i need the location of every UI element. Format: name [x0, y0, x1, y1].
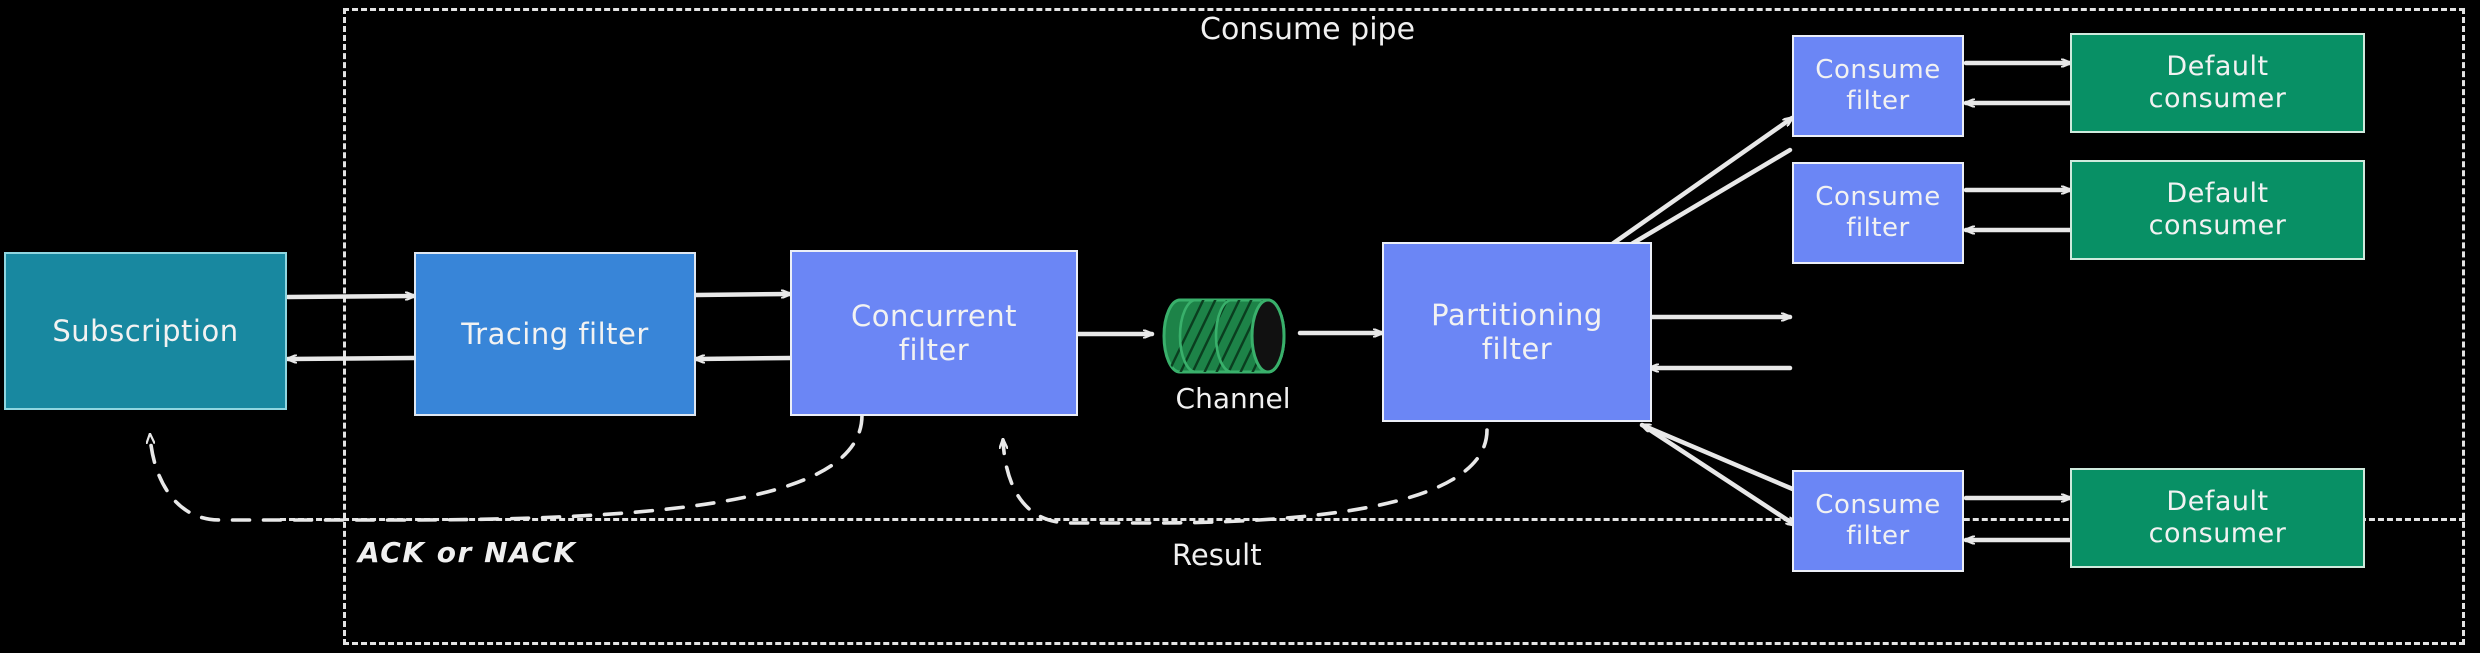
node-default-consumer-2-label: Default consumer [2148, 178, 2287, 241]
node-default-consumer-2[interactable]: Default consumer [2070, 160, 2365, 260]
node-concurrent-filter-label: Concurrent filter [851, 298, 1017, 367]
diagram-canvas: Subscription Tracing filter Concurrent f… [0, 0, 2480, 653]
node-default-consumer-3-label: Default consumer [2148, 486, 2287, 549]
node-default-consumer-3[interactable]: Default consumer [2070, 468, 2365, 568]
node-concurrent-filter[interactable]: Concurrent filter [790, 250, 1078, 416]
node-partitioning-filter[interactable]: Partitioning filter [1382, 242, 1652, 422]
node-consume-filter-2[interactable]: Consume filter [1792, 162, 1964, 264]
consume-pipe-title: Consume pipe [1200, 12, 1416, 47]
node-default-consumer-1[interactable]: Default consumer [2070, 33, 2365, 133]
node-partitioning-filter-label: Partitioning filter [1431, 297, 1603, 366]
node-consume-filter-2-label: Consume filter [1815, 182, 1941, 243]
node-consume-filter-1-label: Consume filter [1815, 55, 1941, 116]
channel-label: Channel [1175, 382, 1291, 415]
node-subscription-label: Subscription [52, 313, 239, 348]
result-label: Result [1172, 538, 1262, 572]
node-tracing-filter-label: Tracing filter [461, 316, 649, 351]
node-consume-filter-1[interactable]: Consume filter [1792, 35, 1964, 137]
channel-cylinder [1162, 298, 1286, 374]
node-consume-filter-3[interactable]: Consume filter [1792, 470, 1964, 572]
node-default-consumer-1-label: Default consumer [2148, 51, 2287, 114]
node-consume-filter-3-label: Consume filter [1815, 490, 1941, 551]
node-subscription[interactable]: Subscription [4, 252, 287, 410]
ack-or-nack-label: ACK or NACK [358, 536, 577, 569]
node-tracing-filter[interactable]: Tracing filter [414, 252, 696, 416]
